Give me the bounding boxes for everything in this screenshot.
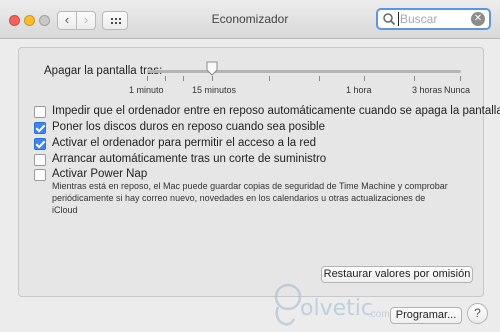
display-sleep-slider-knob[interactable] bbox=[206, 61, 218, 76]
slider-tick bbox=[460, 76, 461, 81]
display-sleep-slider-track[interactable] bbox=[147, 70, 461, 73]
search-placeholder: Buscar bbox=[398, 12, 438, 26]
tick-label-1-hour: 1 hora bbox=[346, 85, 372, 95]
tick-label-3-hours: 3 horas bbox=[412, 85, 443, 95]
tick-label-1-minute: 1 minuto bbox=[129, 85, 164, 95]
restore-defaults-button[interactable]: Restaurar valores por omisión bbox=[321, 266, 473, 283]
slider-tick bbox=[212, 76, 213, 81]
slider-tick bbox=[319, 76, 320, 81]
search-input[interactable]: Buscar ✕ bbox=[376, 8, 491, 30]
clear-search-icon[interactable]: ✕ bbox=[471, 12, 485, 26]
checkbox[interactable] bbox=[34, 154, 46, 166]
watermark-logo-icon bbox=[274, 283, 302, 326]
slider-tick bbox=[364, 76, 365, 81]
slider-tick bbox=[269, 76, 270, 81]
slider-tick bbox=[183, 76, 184, 81]
slider-tick bbox=[147, 76, 148, 81]
title-bar: ‹ › Economizador Buscar ✕ bbox=[0, 0, 500, 39]
tick-label-never: Nunca bbox=[444, 85, 471, 95]
checkbox[interactable] bbox=[34, 122, 46, 134]
solvetic-watermark: olvetic .com bbox=[272, 283, 392, 329]
schedule-button[interactable]: Programar... bbox=[390, 307, 462, 324]
checkbox[interactable] bbox=[34, 138, 46, 150]
checkbox[interactable] bbox=[34, 106, 46, 118]
power-nap-description: Mientras está en reposo, el Mac puede gu… bbox=[52, 181, 448, 215]
watermark-suffix: .com bbox=[368, 309, 390, 320]
watermark-text: olvetic bbox=[300, 296, 373, 321]
search-icon bbox=[383, 13, 396, 26]
slider-tick bbox=[414, 76, 415, 81]
settings-panel: Apagar la pantalla tras: 1 minuto 15 min… bbox=[18, 47, 500, 297]
help-button[interactable]: ? bbox=[467, 303, 488, 324]
tick-label-15-minutes: 15 minutos bbox=[192, 85, 237, 95]
slider-tick bbox=[165, 76, 166, 81]
display-sleep-label: Apagar la pantalla tras: bbox=[44, 65, 163, 77]
checkbox[interactable] bbox=[34, 169, 46, 181]
